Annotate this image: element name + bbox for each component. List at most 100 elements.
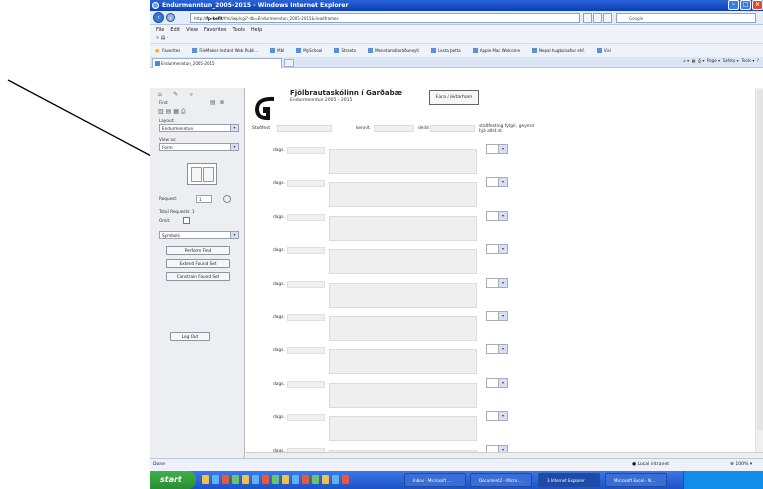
confirmation-select[interactable]: ▾ — [486, 144, 508, 154]
quicklaunch-icon[interactable] — [292, 475, 299, 484]
help-icon[interactable]: ? — [757, 58, 759, 63]
symbols-select[interactable]: Symbols ▾ — [159, 231, 239, 239]
perform-find-button[interactable]: Perform Find — [166, 246, 230, 255]
quicklaunch-icon[interactable] — [232, 475, 239, 484]
fav-item-1[interactable]: Mbl — [270, 48, 290, 53]
page-menu[interactable]: Page — [707, 58, 717, 63]
back-button[interactable]: ‹ — [153, 12, 164, 23]
quicklaunch-icon[interactable] — [262, 475, 269, 484]
confirmation-select[interactable]: ▾ — [486, 344, 508, 355]
fav-item-2[interactable]: MySchool — [296, 48, 328, 53]
date-field[interactable] — [287, 213, 325, 221]
task-internet-explorer[interactable]: 3 Internet Explorer — [538, 473, 600, 487]
table-icon[interactable]: ▦ — [173, 108, 179, 115]
date-field[interactable] — [287, 314, 325, 321]
minimize-button[interactable]: – — [728, 0, 739, 10]
course-description-field[interactable] — [329, 416, 477, 442]
links-chevron-icon[interactable]: » ▤ · — [156, 35, 169, 41]
date-field[interactable] — [287, 147, 325, 154]
omit-checkbox[interactable] — [183, 217, 190, 224]
home-icon[interactable]: ⌂ ▾ — [683, 58, 689, 63]
print-icon[interactable]: ⎙ — [181, 108, 186, 115]
maximize-button[interactable]: □ — [740, 0, 751, 10]
date-field[interactable] — [287, 414, 325, 422]
url-field[interactable]: http://fp-keflt/fmi/iwp/cgi?-db=Endurmen… — [190, 13, 580, 23]
course-description-field[interactable] — [329, 149, 477, 174]
course-description-field[interactable] — [329, 282, 477, 308]
menu-view[interactable]: View — [186, 27, 198, 33]
confirmation-select[interactable]: ▾ — [486, 244, 508, 255]
menu-file[interactable]: File — [156, 27, 164, 33]
favorites-button[interactable]: ★ Favorites — [154, 47, 186, 55]
menu-edit[interactable]: Edit — [170, 27, 180, 33]
fav-item-8[interactable]: Visi — [596, 48, 617, 53]
refresh-icon[interactable] — [593, 13, 602, 23]
menu-favorites[interactable]: Favorites — [204, 27, 227, 33]
date-field[interactable] — [287, 180, 325, 188]
fav-item-3[interactable]: Straeto — [334, 48, 362, 53]
go-request-icon[interactable] — [223, 195, 231, 203]
task-excel[interactable]: Microsoft Excel - N... — [605, 473, 667, 487]
menu-help[interactable]: Help — [251, 27, 262, 33]
task-document2[interactable]: Document2 - Micro... — [470, 473, 532, 487]
confirmation-select[interactable]: ▾ — [486, 311, 508, 321]
staff-field[interactable] — [277, 125, 332, 132]
fav-item-5[interactable]: Lesta þetta — [431, 48, 467, 53]
delete-request-icon[interactable]: ⊗ — [220, 99, 225, 106]
confirmation-select[interactable]: ▾ — [486, 377, 508, 388]
scroll-thumb[interactable] — [757, 90, 763, 430]
new-tab-button[interactable] — [284, 59, 294, 67]
fav-item-4[interactable]: Menntamálaráðuneyti — [368, 48, 425, 53]
date-field[interactable] — [287, 280, 325, 288]
tools-menu[interactable]: Tools — [741, 58, 751, 63]
feeds-icon[interactable]: ▦ — [692, 58, 696, 63]
quicklaunch-icon[interactable] — [242, 475, 249, 484]
kennitala-field[interactable] — [374, 125, 414, 132]
book-icon[interactable] — [187, 163, 217, 185]
fav-item-7[interactable]: Nepal hugbúnaður ehf. — [532, 48, 591, 53]
date-field[interactable] — [287, 347, 325, 355]
close-button[interactable]: × — [752, 0, 763, 10]
request-number-input[interactable]: 1 — [196, 195, 212, 203]
quicklaunch-icon[interactable] — [222, 475, 229, 484]
quicklaunch-icon[interactable] — [322, 475, 329, 484]
quicklaunch-icon[interactable] — [202, 475, 209, 484]
vertical-scrollbar[interactable] — [755, 88, 763, 458]
find-icon[interactable]: ⌕ — [190, 91, 193, 98]
log-out-button[interactable]: Log Out — [170, 332, 210, 341]
goto-find-mode-button[interactable]: Fara í leitarham — [429, 90, 479, 105]
quicklaunch-icon[interactable] — [312, 475, 319, 484]
quicklaunch-icon[interactable] — [302, 475, 309, 484]
tab-active[interactable]: Endurmenntun_2005-2015 — [152, 58, 282, 68]
stop-icon[interactable] — [603, 13, 612, 23]
course-description-field[interactable] — [329, 349, 477, 375]
zoom-level[interactable]: ⊕ 100% ▾ — [730, 459, 752, 471]
print-icon[interactable]: ⎙ ▾ — [698, 58, 704, 63]
start-button[interactable]: start — [150, 471, 196, 489]
home-icon[interactable]: ⌂ — [158, 91, 162, 98]
date-field[interactable] — [287, 247, 325, 255]
search-input[interactable]: Google — [616, 13, 756, 23]
edit-icon[interactable]: ✎ — [173, 91, 178, 98]
sort-icon[interactable]: ▤ — [166, 108, 172, 115]
new-request-icon[interactable]: ▤ — [210, 99, 216, 106]
quicklaunch-icon[interactable] — [282, 475, 289, 484]
date-field[interactable] — [287, 380, 325, 388]
extend-found-set-button[interactable]: Extend Found Set — [166, 259, 230, 268]
quicklaunch-icon[interactable] — [272, 475, 279, 484]
course-description-field[interactable] — [329, 215, 477, 241]
layout-select[interactable]: Endurmenntun ▾ — [159, 124, 239, 132]
course-description-field[interactable] — [329, 182, 477, 208]
fav-item-6[interactable]: Apple Mac Welcome — [472, 48, 526, 53]
compat-view-icon[interactable] — [583, 13, 592, 23]
course-description-field[interactable] — [329, 249, 477, 275]
course-description-field[interactable] — [329, 382, 477, 408]
quicklaunch-icon[interactable] — [342, 475, 349, 484]
task-inbox[interactable]: Inbox - Microsoft ... — [404, 473, 466, 487]
constrain-found-set-button[interactable]: Constrain Found Set — [166, 272, 230, 281]
fav-item-0[interactable]: FileMaker Instant Web Publi... — [192, 48, 264, 53]
confirmation-select[interactable]: ▾ — [486, 177, 508, 188]
confirmation-select[interactable]: ▾ — [486, 411, 508, 422]
deild-field[interactable] — [430, 125, 475, 132]
list-icon[interactable]: ▥ — [158, 108, 164, 115]
